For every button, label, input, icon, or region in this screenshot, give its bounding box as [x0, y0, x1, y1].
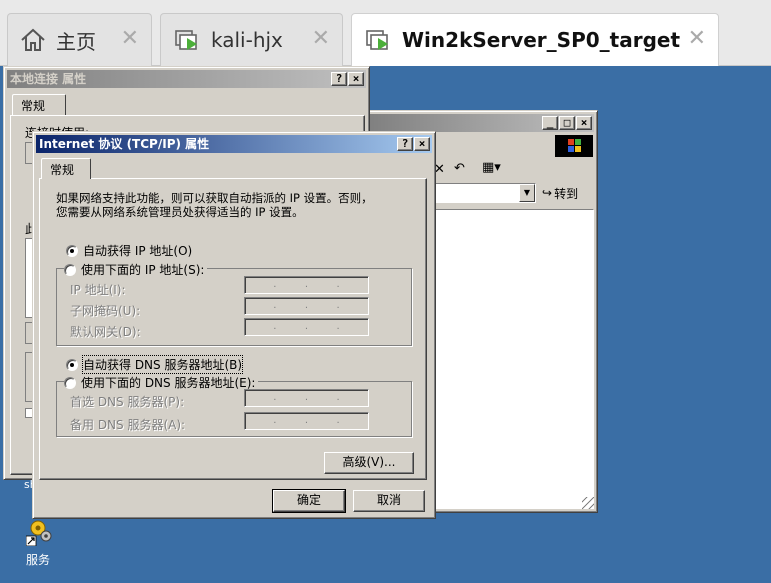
ip-address-input[interactable]: ...	[244, 276, 369, 294]
manual-ip-label: 使用下面的 IP 地址(S):	[81, 263, 205, 277]
cancel-button[interactable]: 取消	[353, 490, 425, 512]
go-button[interactable]: ↪ 转到	[542, 183, 578, 203]
radio-unselected-icon	[64, 376, 76, 389]
explorer-content[interactable]	[426, 209, 594, 509]
services-label: 服务	[25, 553, 50, 567]
ip-dot: .	[304, 300, 309, 311]
close-button[interactable]: ×	[576, 116, 592, 130]
help-button[interactable]: ?	[331, 72, 347, 86]
manual-dns-label: 使用下面的 DNS 服务器地址(E):	[81, 376, 256, 390]
close-icon[interactable]: ✕	[688, 28, 706, 50]
radio-selected-icon	[66, 358, 78, 371]
ip-dot: .	[273, 392, 277, 403]
tcpip-titlebar[interactable]: Internet 协议 (TCP/IP) 属性 ? ×	[36, 135, 432, 153]
ip-dot: .	[273, 279, 277, 290]
ok-button[interactable]: 确定	[272, 489, 346, 513]
tab-kali-label: kali-hjx	[211, 28, 283, 52]
tab-general-label: 常规	[50, 163, 75, 177]
windows-logo-icon	[555, 135, 593, 157]
manual-ip-radio[interactable]: 使用下面的 IP 地址(S):	[64, 261, 208, 278]
ip-dot: .	[304, 392, 309, 403]
vm-tab-bar: 主页 ✕ kali-hjx ✕ Win2kServer_SP0_target ✕	[0, 0, 771, 66]
home-icon	[21, 28, 45, 51]
ip-dot: .	[304, 415, 309, 426]
tab-kali-hjx[interactable]: kali-hjx ✕	[160, 13, 343, 66]
ip-dot: .	[336, 300, 340, 311]
general-tab-panel: 如果网络支持此功能，则可以获取自动指派的 IP 设置。否则， 您需要从网络系统管…	[39, 178, 427, 480]
auto-dns-radio[interactable]: 自动获得 DNS 服务器地址(B)	[66, 355, 244, 374]
close-icon[interactable]: ✕	[312, 28, 330, 50]
resize-grip-icon[interactable]	[582, 497, 594, 509]
tab-home-label: 主页	[56, 29, 96, 54]
description-text: 如果网络支持此功能，则可以获取自动指派的 IP 设置。否则， 您需要从网络系统管…	[56, 191, 373, 219]
advanced-button[interactable]: 高级(V)...	[324, 452, 414, 474]
ip-dot: .	[304, 321, 309, 332]
address-dropdown-button[interactable]: ▼	[519, 184, 535, 202]
preferred-dns-label: 首选 DNS 服务器(P):	[70, 395, 185, 409]
tcpip-properties-dialog[interactable]: Internet 协议 (TCP/IP) 属性 ? × 常规 如果网络支持此功能…	[32, 131, 436, 519]
default-gateway-input[interactable]: ...	[244, 318, 369, 336]
vm-running-icon	[366, 30, 388, 50]
auto-dns-label: 自动获得 DNS 服务器地址(B)	[81, 355, 244, 374]
ip-address-label: IP 地址(I):	[70, 283, 126, 297]
description-line-1: 如果网络支持此功能，则可以获取自动指派的 IP 设置。否则，	[56, 191, 373, 205]
services-desktop-icon[interactable]: 服务	[24, 518, 56, 578]
go-label: 转到	[554, 186, 579, 201]
auto-ip-radio[interactable]: 自动获得 IP 地址(O)	[66, 242, 192, 259]
ip-dot: .	[304, 279, 309, 290]
vm-running-icon	[175, 30, 197, 50]
radio-selected-icon	[66, 244, 78, 257]
tab-win2k-label: Win2kServer_SP0_target	[402, 28, 681, 52]
maximize-button[interactable]: □	[559, 116, 575, 130]
auto-ip-label: 自动获得 IP 地址(O)	[83, 244, 193, 258]
radio-unselected-icon	[64, 263, 76, 276]
ip-dot: .	[336, 279, 340, 290]
default-gateway-label: 默认网关(D):	[70, 325, 141, 339]
tab-win2kserver[interactable]: Win2kServer_SP0_target ✕	[351, 13, 719, 66]
undo-icon[interactable]: ↶	[454, 161, 465, 176]
ip-dot: .	[273, 300, 277, 311]
help-button[interactable]: ?	[397, 137, 413, 151]
ip-dot: .	[336, 392, 340, 403]
subnet-mask-label: 子网掩码(U):	[70, 304, 141, 318]
minimize-button[interactable]: _	[542, 116, 558, 130]
go-arrow-icon: ↪	[542, 186, 553, 200]
tab-general-label: 常规	[21, 99, 46, 113]
description-line-2: 您需要从网络系统管理员处获得适当的 IP 设置。	[56, 205, 304, 219]
local-conn-title: 本地连接 属性	[10, 72, 87, 86]
explorer-titlebar[interactable]: _ □ ×	[369, 114, 594, 132]
close-button[interactable]: ×	[348, 72, 364, 86]
tab-general[interactable]: 常规	[12, 94, 66, 115]
views-icon[interactable]: ▦▾	[482, 160, 501, 175]
services-gear-icon	[25, 520, 52, 547]
address-input[interactable]: ▼	[426, 183, 536, 203]
close-icon[interactable]: ✕	[121, 28, 139, 50]
tab-general[interactable]: 常规	[41, 158, 91, 179]
manual-dns-radio[interactable]: 使用下面的 DNS 服务器地址(E):	[64, 374, 259, 391]
alternate-dns-label: 备用 DNS 服务器(A):	[70, 418, 186, 432]
ip-dot: .	[273, 321, 277, 332]
preferred-dns-input[interactable]: ...	[244, 389, 369, 407]
close-button[interactable]: ×	[414, 137, 430, 151]
tab-home[interactable]: 主页 ✕	[7, 13, 152, 66]
ip-dot: .	[336, 321, 340, 332]
subnet-mask-input[interactable]: ...	[244, 297, 369, 315]
alternate-dns-input[interactable]: ...	[244, 412, 369, 430]
ip-dot: .	[273, 415, 277, 426]
ip-dot: .	[336, 415, 340, 426]
tcpip-title: Internet 协议 (TCP/IP) 属性	[39, 137, 210, 151]
local-conn-titlebar[interactable]: 本地连接 属性 ? ×	[7, 70, 366, 88]
